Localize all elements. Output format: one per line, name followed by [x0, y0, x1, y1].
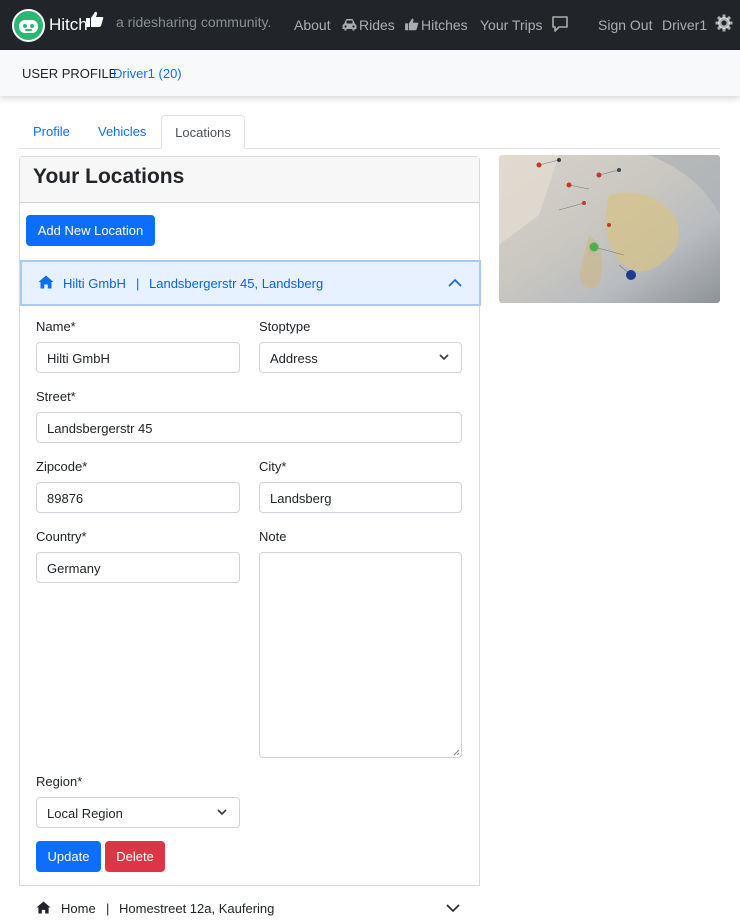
region-select[interactable]: Local Region — [36, 797, 240, 828]
update-button[interactable]: Update — [36, 841, 101, 872]
city-label: City* — [259, 459, 287, 474]
name-label: Name* — [36, 319, 76, 334]
nav-sign-out-link[interactable]: Sign Out — [598, 17, 652, 33]
locations-card: Your Locations Add New Location Hilti Gm… — [19, 156, 481, 920]
country-label: Country* — [36, 529, 87, 544]
nav-hitches-link[interactable]: Hitches — [421, 17, 468, 33]
nav-user-link[interactable]: Driver1 — [662, 17, 707, 33]
nav-your-trips-link[interactable]: Your Trips — [480, 17, 543, 33]
profile-user-link[interactable]: Driver1 (20) — [113, 66, 182, 81]
country-input[interactable]: Germany — [36, 552, 240, 583]
add-location-button[interactable]: Add New Location — [26, 215, 155, 246]
delete-button[interactable]: Delete — [105, 841, 165, 872]
zipcode-input[interactable]: 89876 — [36, 482, 240, 513]
card-title: Your Locations — [33, 165, 185, 188]
profile-label: USER PROFILE — [22, 66, 118, 81]
nav-rides-link[interactable]: Rides — [359, 17, 395, 33]
region-value: Local Region — [47, 806, 123, 821]
location-name: Hilti GmbH — [63, 276, 126, 291]
home-icon — [38, 275, 54, 289]
note-textarea[interactable] — [259, 552, 462, 758]
stoptype-label: Stoptype — [259, 319, 311, 334]
stoptype-select[interactable]: Address — [259, 342, 462, 373]
street-label: Street* — [36, 389, 76, 404]
thumbs-up-icon — [405, 18, 419, 31]
resize-handle-icon[interactable] — [453, 749, 460, 756]
chevron-down-icon — [439, 354, 449, 361]
chevron-down-icon — [217, 809, 227, 816]
map-with-pins-image — [499, 155, 720, 303]
tab-vehicles[interactable]: Vehicles — [98, 124, 146, 139]
hitch-logo-icon[interactable] — [12, 9, 45, 42]
card-header: Your Locations — [20, 157, 479, 203]
home-icon — [36, 901, 51, 914]
chat-icon[interactable] — [551, 15, 569, 33]
navbar: Hitch a ridesharing community. About Rid… — [0, 0, 740, 50]
city-input[interactable]: Landsberg — [259, 482, 462, 513]
street-input[interactable]: Landsbergerstr 45 — [36, 412, 462, 443]
chevron-up-icon — [448, 278, 462, 287]
separator: | — [136, 276, 140, 291]
chevron-down-icon — [446, 904, 460, 913]
location-address: Homestreet 12a, Kaufering — [119, 901, 275, 916]
location-address: Landsbergerstr 45, Landsberg — [149, 276, 324, 291]
nav-about-link[interactable]: About — [294, 17, 331, 33]
brand-name[interactable]: Hitch — [49, 15, 88, 35]
thumbs-up-icon — [86, 11, 104, 27]
note-label: Note — [259, 529, 287, 544]
profile-header: USER PROFILE Driver1 (20) — [0, 50, 740, 96]
location-accordion-header-collapsed[interactable]: Home | Homestreet 12a, Kaufering — [19, 885, 480, 920]
location-accordion-header-expanded[interactable]: Hilti GmbH | Landsbergerstr 45, Landsber… — [20, 260, 481, 306]
region-label: Region* — [36, 774, 83, 789]
separator: | — [106, 901, 110, 916]
location-name: Home — [61, 901, 96, 916]
tabs-divider — [18, 148, 720, 149]
name-input[interactable]: Hilti GmbH — [36, 342, 240, 373]
zipcode-label: Zipcode* — [36, 459, 88, 474]
stoptype-value: Address — [270, 351, 318, 366]
tab-profile[interactable]: Profile — [33, 124, 70, 139]
gear-icon[interactable] — [715, 14, 733, 32]
tagline: a ridesharing community. — [116, 14, 272, 30]
car-icon — [342, 19, 357, 31]
tab-locations[interactable]: Locations — [161, 115, 245, 149]
